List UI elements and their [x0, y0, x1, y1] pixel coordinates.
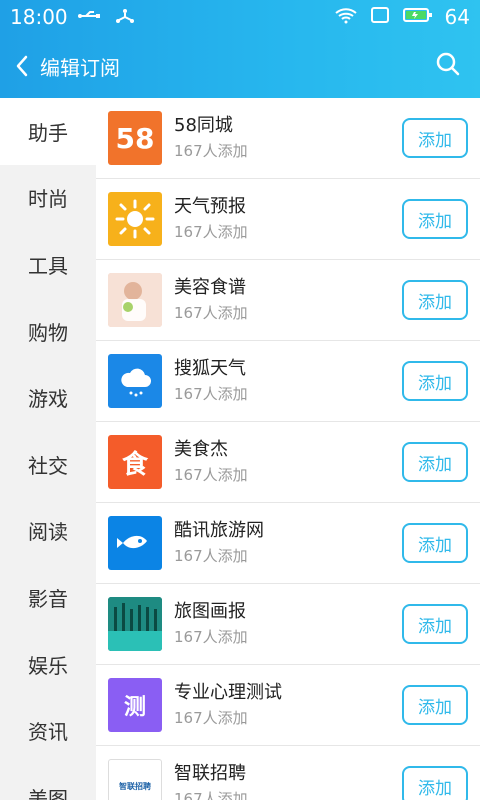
- category-item-reading[interactable]: 阅读: [0, 498, 96, 565]
- category-item-entertainment[interactable]: 娱乐: [0, 631, 96, 698]
- list-item: 搜狐天气 167人添加 添加: [96, 341, 480, 422]
- psych-logo-text: 测: [123, 695, 146, 720]
- item-subtitle: 167人添加: [174, 142, 248, 160]
- usb-icon: [77, 5, 102, 29]
- add-button[interactable]: 添加: [402, 685, 468, 725]
- search-icon: [435, 51, 461, 81]
- category-item-tools[interactable]: 工具: [0, 231, 96, 298]
- add-button[interactable]: 添加: [402, 199, 468, 239]
- item-title: 58同城: [174, 115, 233, 136]
- list-item: 美容食谱 167人添加 添加: [96, 260, 480, 341]
- page-title: 编辑订阅: [40, 55, 120, 80]
- subscription-list: 58 58同城 167人添加 添加 天气预报 167人添加 添加 美容食谱 16…: [96, 98, 480, 800]
- item-title: 智联招聘: [174, 763, 246, 784]
- category-item-news[interactable]: 资讯: [0, 697, 96, 764]
- sun-icon: [108, 192, 162, 246]
- item-subtitle: 167人添加: [174, 223, 248, 241]
- fish-icon: [108, 516, 162, 570]
- item-title: 专业心理测试: [174, 682, 282, 703]
- item-subtitle: 167人添加: [174, 547, 248, 565]
- list-item: 酷讯旅游网 167人添加 添加: [96, 503, 480, 584]
- category-item-games[interactable]: 游戏: [0, 364, 96, 431]
- item-subtitle: 167人添加: [174, 709, 248, 727]
- food-logo-icon: 食: [108, 435, 162, 489]
- 58-logo-icon: 58: [108, 111, 162, 165]
- item-title: 酷讯旅游网: [174, 520, 264, 541]
- add-button[interactable]: 添加: [402, 118, 468, 158]
- item-subtitle: 167人添加: [174, 790, 248, 800]
- beauty-photo-icon: [108, 273, 162, 327]
- battery-percentage: 64: [444, 5, 470, 29]
- category-item-social[interactable]: 社交: [0, 431, 96, 498]
- add-button[interactable]: 添加: [402, 523, 468, 563]
- list-item: 天气预报 167人添加 添加: [96, 179, 480, 260]
- item-subtitle: 167人添加: [174, 628, 248, 646]
- item-subtitle: 167人添加: [174, 385, 248, 403]
- add-button[interactable]: 添加: [402, 442, 468, 482]
- add-button[interactable]: 添加: [402, 766, 468, 800]
- sim-icon: [369, 5, 391, 29]
- add-button[interactable]: 添加: [402, 280, 468, 320]
- item-title: 美食杰: [174, 439, 228, 460]
- app-header: 18:00 64 编辑订阅: [0, 0, 480, 98]
- list-item: 智联招聘 智联招聘 167人添加 添加: [96, 746, 480, 800]
- category-sidebar: 助手 时尚 工具 购物 游戏 社交 阅读 影音 娱乐 资讯 美图: [0, 98, 96, 800]
- category-item-helper[interactable]: 助手: [0, 98, 96, 165]
- title-bar: 编辑订阅: [0, 34, 480, 98]
- zhaopin-logo-icon: 智联招聘: [108, 759, 162, 800]
- search-button[interactable]: [428, 46, 468, 86]
- landscape-photo-icon: [108, 597, 162, 651]
- share-icon: [114, 5, 136, 29]
- item-subtitle: 167人添加: [174, 466, 248, 484]
- food-logo-text: 食: [121, 449, 148, 480]
- category-item-media[interactable]: 影音: [0, 564, 96, 631]
- psych-test-logo-icon: 测: [108, 678, 162, 732]
- add-button[interactable]: 添加: [402, 361, 468, 401]
- list-item: 58 58同城 167人添加 添加: [96, 98, 480, 179]
- back-button[interactable]: 编辑订阅: [12, 52, 120, 81]
- list-item: 食 美食杰 167人添加 添加: [96, 422, 480, 503]
- item-title: 美容食谱: [174, 277, 246, 298]
- cloud-rain-icon: [108, 354, 162, 408]
- category-item-fashion[interactable]: 时尚: [0, 165, 96, 232]
- item-title: 天气预报: [174, 196, 246, 217]
- category-item-photos[interactable]: 美图: [0, 764, 96, 800]
- zhaopin-logo-text: 智联招聘: [119, 781, 151, 791]
- status-time: 18:00: [10, 5, 68, 29]
- status-bar: 18:00 64: [0, 0, 480, 34]
- item-subtitle: 167人添加: [174, 304, 248, 322]
- list-item: 旅图画报 167人添加 添加: [96, 584, 480, 665]
- item-title: 旅图画报: [174, 601, 246, 622]
- item-title: 搜狐天气: [174, 358, 246, 379]
- list-item: 测 专业心理测试 167人添加 添加: [96, 665, 480, 746]
- category-item-shopping[interactable]: 购物: [0, 298, 96, 365]
- add-button[interactable]: 添加: [402, 604, 468, 644]
- logo-58-text: 58: [115, 121, 155, 155]
- battery-charging-icon: [402, 5, 433, 29]
- chevron-left-icon: [12, 52, 32, 80]
- wifi-icon: [334, 5, 357, 29]
